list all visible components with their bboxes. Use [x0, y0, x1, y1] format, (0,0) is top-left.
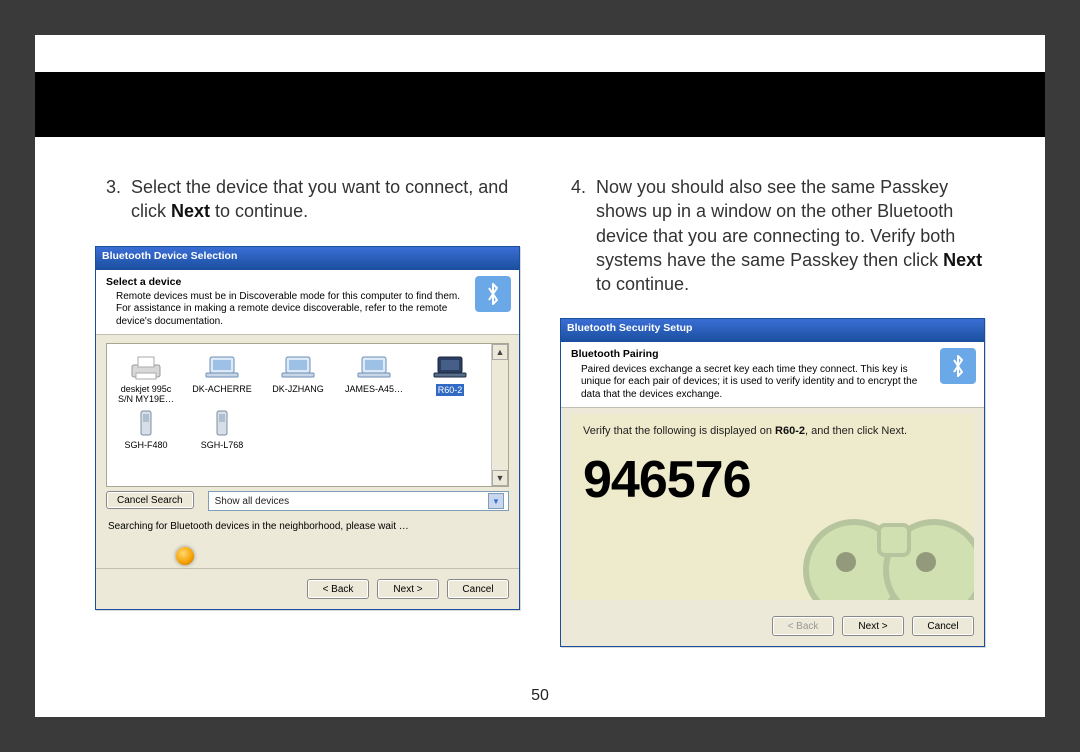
- step-4-bold: Next: [943, 250, 982, 270]
- next-button[interactable]: Next >: [842, 616, 904, 636]
- device-label: SGH-L768: [201, 440, 244, 450]
- device-filter-value: Show all devices: [215, 496, 289, 507]
- step-3: 3. Select the device that you want to co…: [95, 175, 520, 224]
- two-column-layout: 3. Select the device that you want to co…: [95, 175, 985, 647]
- step-4-number: 4.: [560, 175, 586, 296]
- page-number: 50: [35, 687, 1045, 705]
- dialog1-info: Select a device Remote devices must be i…: [96, 270, 519, 336]
- device-label: DK-ACHERRE: [192, 384, 252, 394]
- dialog1-info-header: Select a device: [106, 276, 467, 289]
- binoculars-icon: [794, 470, 974, 600]
- flashlight-icon: [176, 547, 194, 565]
- back-button: < Back: [772, 616, 834, 636]
- device-laptop-selected[interactable]: R60-2: [417, 352, 483, 404]
- dialog2-titlebar: Bluetooth Security Setup: [561, 319, 984, 342]
- cancel-button[interactable]: Cancel: [912, 616, 974, 636]
- dialog1-info-text: Select a device Remote devices must be i…: [106, 276, 467, 329]
- device-grid: deskjet 995c S/N MY19E… DK-ACHERRE DK-JZ…: [113, 352, 502, 450]
- device-label: deskjet 995c S/N MY19E…: [118, 384, 174, 404]
- scroll-up-icon[interactable]: ▲: [492, 344, 508, 360]
- dialog1-titlebar: Bluetooth Device Selection: [96, 247, 519, 270]
- device-selection-dialog: Bluetooth Device Selection Select a devi…: [95, 246, 520, 611]
- device-printer[interactable]: deskjet 995c S/N MY19E…: [113, 352, 179, 404]
- device-phone-2[interactable]: SGH-L768: [189, 408, 255, 450]
- device-laptop-1[interactable]: DK-ACHERRE: [189, 352, 255, 404]
- step-4-text-b: to continue.: [596, 274, 689, 294]
- step-3-bold: Next: [171, 201, 210, 221]
- device-phone-1[interactable]: SGH-F480: [113, 408, 179, 450]
- verify-device-name: R60-2: [775, 425, 805, 437]
- manual-page: 3. Select the device that you want to co…: [35, 35, 1045, 717]
- step-3-text-b: to continue.: [210, 201, 308, 221]
- dialog2-info-header: Bluetooth Pairing: [571, 348, 932, 361]
- dialog1-info-line1: Remote devices must be in Discoverable m…: [106, 291, 467, 304]
- verify-text-b: , and then click Next.: [805, 425, 907, 437]
- search-status: Searching for Bluetooth devices in the n…: [108, 521, 507, 532]
- back-button[interactable]: < Back: [307, 579, 369, 599]
- dialog1-info-line2: For assistance in making a remote device…: [106, 303, 467, 328]
- chevron-down-icon: ▼: [488, 493, 504, 509]
- scroll-down-icon[interactable]: ▼: [492, 470, 508, 486]
- dialog2-button-row: < Back Next > Cancel: [561, 606, 984, 646]
- device-list[interactable]: deskjet 995c S/N MY19E… DK-ACHERRE DK-JZ…: [106, 343, 509, 487]
- left-column: 3. Select the device that you want to co…: [95, 175, 520, 647]
- bluetooth-icon: [475, 276, 511, 312]
- cancel-search-button[interactable]: Cancel Search: [106, 491, 194, 509]
- dialog2-info: Bluetooth Pairing Paired devices exchang…: [561, 342, 984, 408]
- device-label: JAMES-A45…: [345, 384, 403, 394]
- passkey-area: Verify that the following is displayed o…: [571, 414, 974, 600]
- right-column: 4. Now you should also see the same Pass…: [560, 175, 985, 647]
- header-bar: [35, 72, 1045, 137]
- device-filter-select[interactable]: Show all devices ▼: [208, 491, 509, 511]
- device-label: SGH-F480: [124, 440, 167, 450]
- dialog2-info-body: Paired devices exchange a secret key eac…: [571, 364, 932, 402]
- step-3-number: 3.: [95, 175, 121, 224]
- step-3-text: Select the device that you want to conne…: [131, 175, 520, 224]
- dialog1-controls: Cancel Search Show all devices ▼: [106, 491, 509, 511]
- device-laptop-3[interactable]: JAMES-A45…: [341, 352, 407, 404]
- next-button[interactable]: Next >: [377, 579, 439, 599]
- dialog2-info-text: Bluetooth Pairing Paired devices exchang…: [571, 348, 932, 401]
- verify-instruction: Verify that the following is displayed o…: [583, 424, 962, 439]
- device-label: R60-2: [436, 384, 465, 396]
- dialog1-button-row: < Back Next > Cancel: [96, 568, 519, 609]
- cancel-button[interactable]: Cancel: [447, 579, 509, 599]
- device-laptop-2[interactable]: DK-JZHANG: [265, 352, 331, 404]
- step-4: 4. Now you should also see the same Pass…: [560, 175, 985, 296]
- device-label: DK-JZHANG: [272, 384, 324, 394]
- security-setup-dialog: Bluetooth Security Setup Bluetooth Pairi…: [560, 318, 985, 647]
- bluetooth-icon: [940, 348, 976, 384]
- step-4-text-a: Now you should also see the same Passkey…: [596, 177, 955, 270]
- step-4-text: Now you should also see the same Passkey…: [596, 175, 985, 296]
- verify-text-a: Verify that the following is displayed o…: [583, 425, 775, 437]
- device-scrollbar[interactable]: ▲ ▼: [491, 344, 508, 486]
